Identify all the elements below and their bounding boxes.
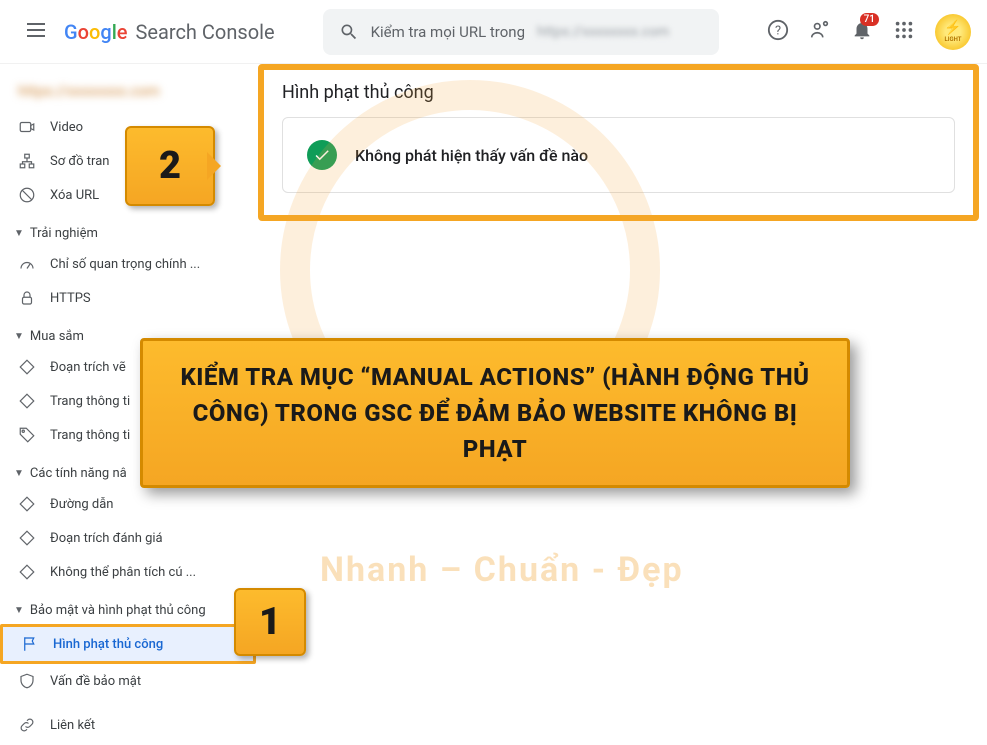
sidebar-item-label: Đoạn trích vẽ [50,360,126,375]
sitemap-icon [18,152,36,170]
sidebar-item-unparsable[interactable]: Không thể phân tích cú ... [0,555,256,589]
annotation-callout-1: 1 [234,588,306,656]
diamond-icon [18,563,36,581]
sidebar-item-label: Sơ đồ tran [50,154,109,169]
flag-icon [21,635,39,653]
chevron-down-icon: ▼ [14,228,24,239]
lock-icon [18,289,36,307]
top-bar: Google Search Console Kiểm tra mọi URL t… [0,0,987,64]
search-icon [339,22,359,42]
status-message: Không phát hiện thấy vấn đề nào [355,146,588,165]
property-selector[interactable]: https://xxxxxxxx.com [0,72,256,110]
chevron-down-icon: ▼ [14,331,24,342]
search-wrap: Kiểm tra mọi URL trong https://xxxxxxxx.… [323,9,719,55]
annotation-instruction: KIỂM TRA MỤC “MANUAL ACTIONS” (HÀNH ĐỘNG… [140,338,850,488]
chevron-down-icon: ▼ [14,605,24,616]
manual-actions-panel: Hình phạt thủ công Không phát hiện thấy … [258,64,979,221]
sidebar-item-label: Vấn đề bảo mật [50,674,141,689]
sidebar-item-label: Hình phạt thủ công [53,637,163,652]
people-icon[interactable] [809,19,831,45]
sidebar-item-label: Xóa URL [50,188,99,203]
sidebar-section-experience[interactable]: ▼ Trải nghiệm [0,212,256,247]
product-name: Search Console [136,20,275,44]
diamond-icon [18,358,36,376]
status-card: Không phát hiện thấy vấn đề nào [282,117,955,193]
sidebar-item-label: HTTPS [50,291,91,306]
light-badge-icon[interactable]: ⚡ LIGHT [935,14,971,50]
topbar-actions: ? 71 ⚡ LIGHT [767,14,971,50]
chevron-down-icon: ▼ [14,468,24,479]
shield-icon [18,672,36,690]
sidebar-item-label: Chỉ số quan trọng chính ... [50,257,200,272]
sidebar-section-label: Các tính năng nâ [30,466,127,481]
sidebar-item-security-issues[interactable]: Vấn đề bảo mật [0,664,256,698]
menu-icon[interactable] [16,10,56,54]
search-input[interactable]: Kiểm tra mọi URL trong https://xxxxxxxx.… [323,9,719,55]
notification-badge: 71 [860,13,879,26]
diamond-icon [18,392,36,410]
sidebar-item-manual-actions[interactable]: Hình phạt thủ công [0,624,256,664]
sidebar-item-label: Đoạn trích đánh giá [50,531,163,546]
sidebar-section-label: Trải nghiệm [30,226,98,241]
sidebar-item-breadcrumbs[interactable]: Đường dẫn [0,487,256,521]
page-title: Hình phạt thủ công [282,82,955,103]
video-icon [18,118,36,136]
sidebar-item-label: Liên kết [50,718,95,733]
svg-text:?: ? [775,23,781,38]
sidebar-item-links[interactable]: Liên kết [0,708,256,742]
sidebar-item-label: Đường dẫn [50,497,113,512]
logo[interactable]: Google Search Console [64,20,275,44]
annotation-callout-2: 2 [125,126,215,206]
sidebar-item-label: Không thể phân tích cú ... [50,565,196,580]
sidebar-section-label: Mua sắm [30,329,84,344]
diamond-icon [18,529,36,547]
remove-icon [18,186,36,204]
links-icon [18,716,36,734]
search-blurred-url: https://xxxxxxxx.com [537,24,669,40]
check-icon [307,140,337,170]
tag-icon [18,426,36,444]
apps-icon[interactable] [893,19,915,45]
sidebar-section-security[interactable]: ▼ Bảo mật và hình phạt thủ công [0,589,256,624]
search-prefix: Kiểm tra mọi URL trong [371,23,525,41]
speed-icon [18,255,36,273]
sidebar-item-label: Video [50,120,83,135]
help-icon[interactable]: ? [767,19,789,45]
sidebar-item-label: Trang thông ti [50,394,130,409]
sidebar-item-https[interactable]: HTTPS [0,281,256,315]
sidebar-item-review-snippets[interactable]: Đoạn trích đánh giá [0,521,256,555]
sidebar-item-core-web-vitals[interactable]: Chỉ số quan trọng chính ... [0,247,256,281]
sidebar-section-label: Bảo mật và hình phạt thủ công [30,603,206,618]
diamond-icon [18,495,36,513]
sidebar-item-label: Trang thông ti [50,428,130,443]
notifications-icon[interactable]: 71 [851,19,873,45]
